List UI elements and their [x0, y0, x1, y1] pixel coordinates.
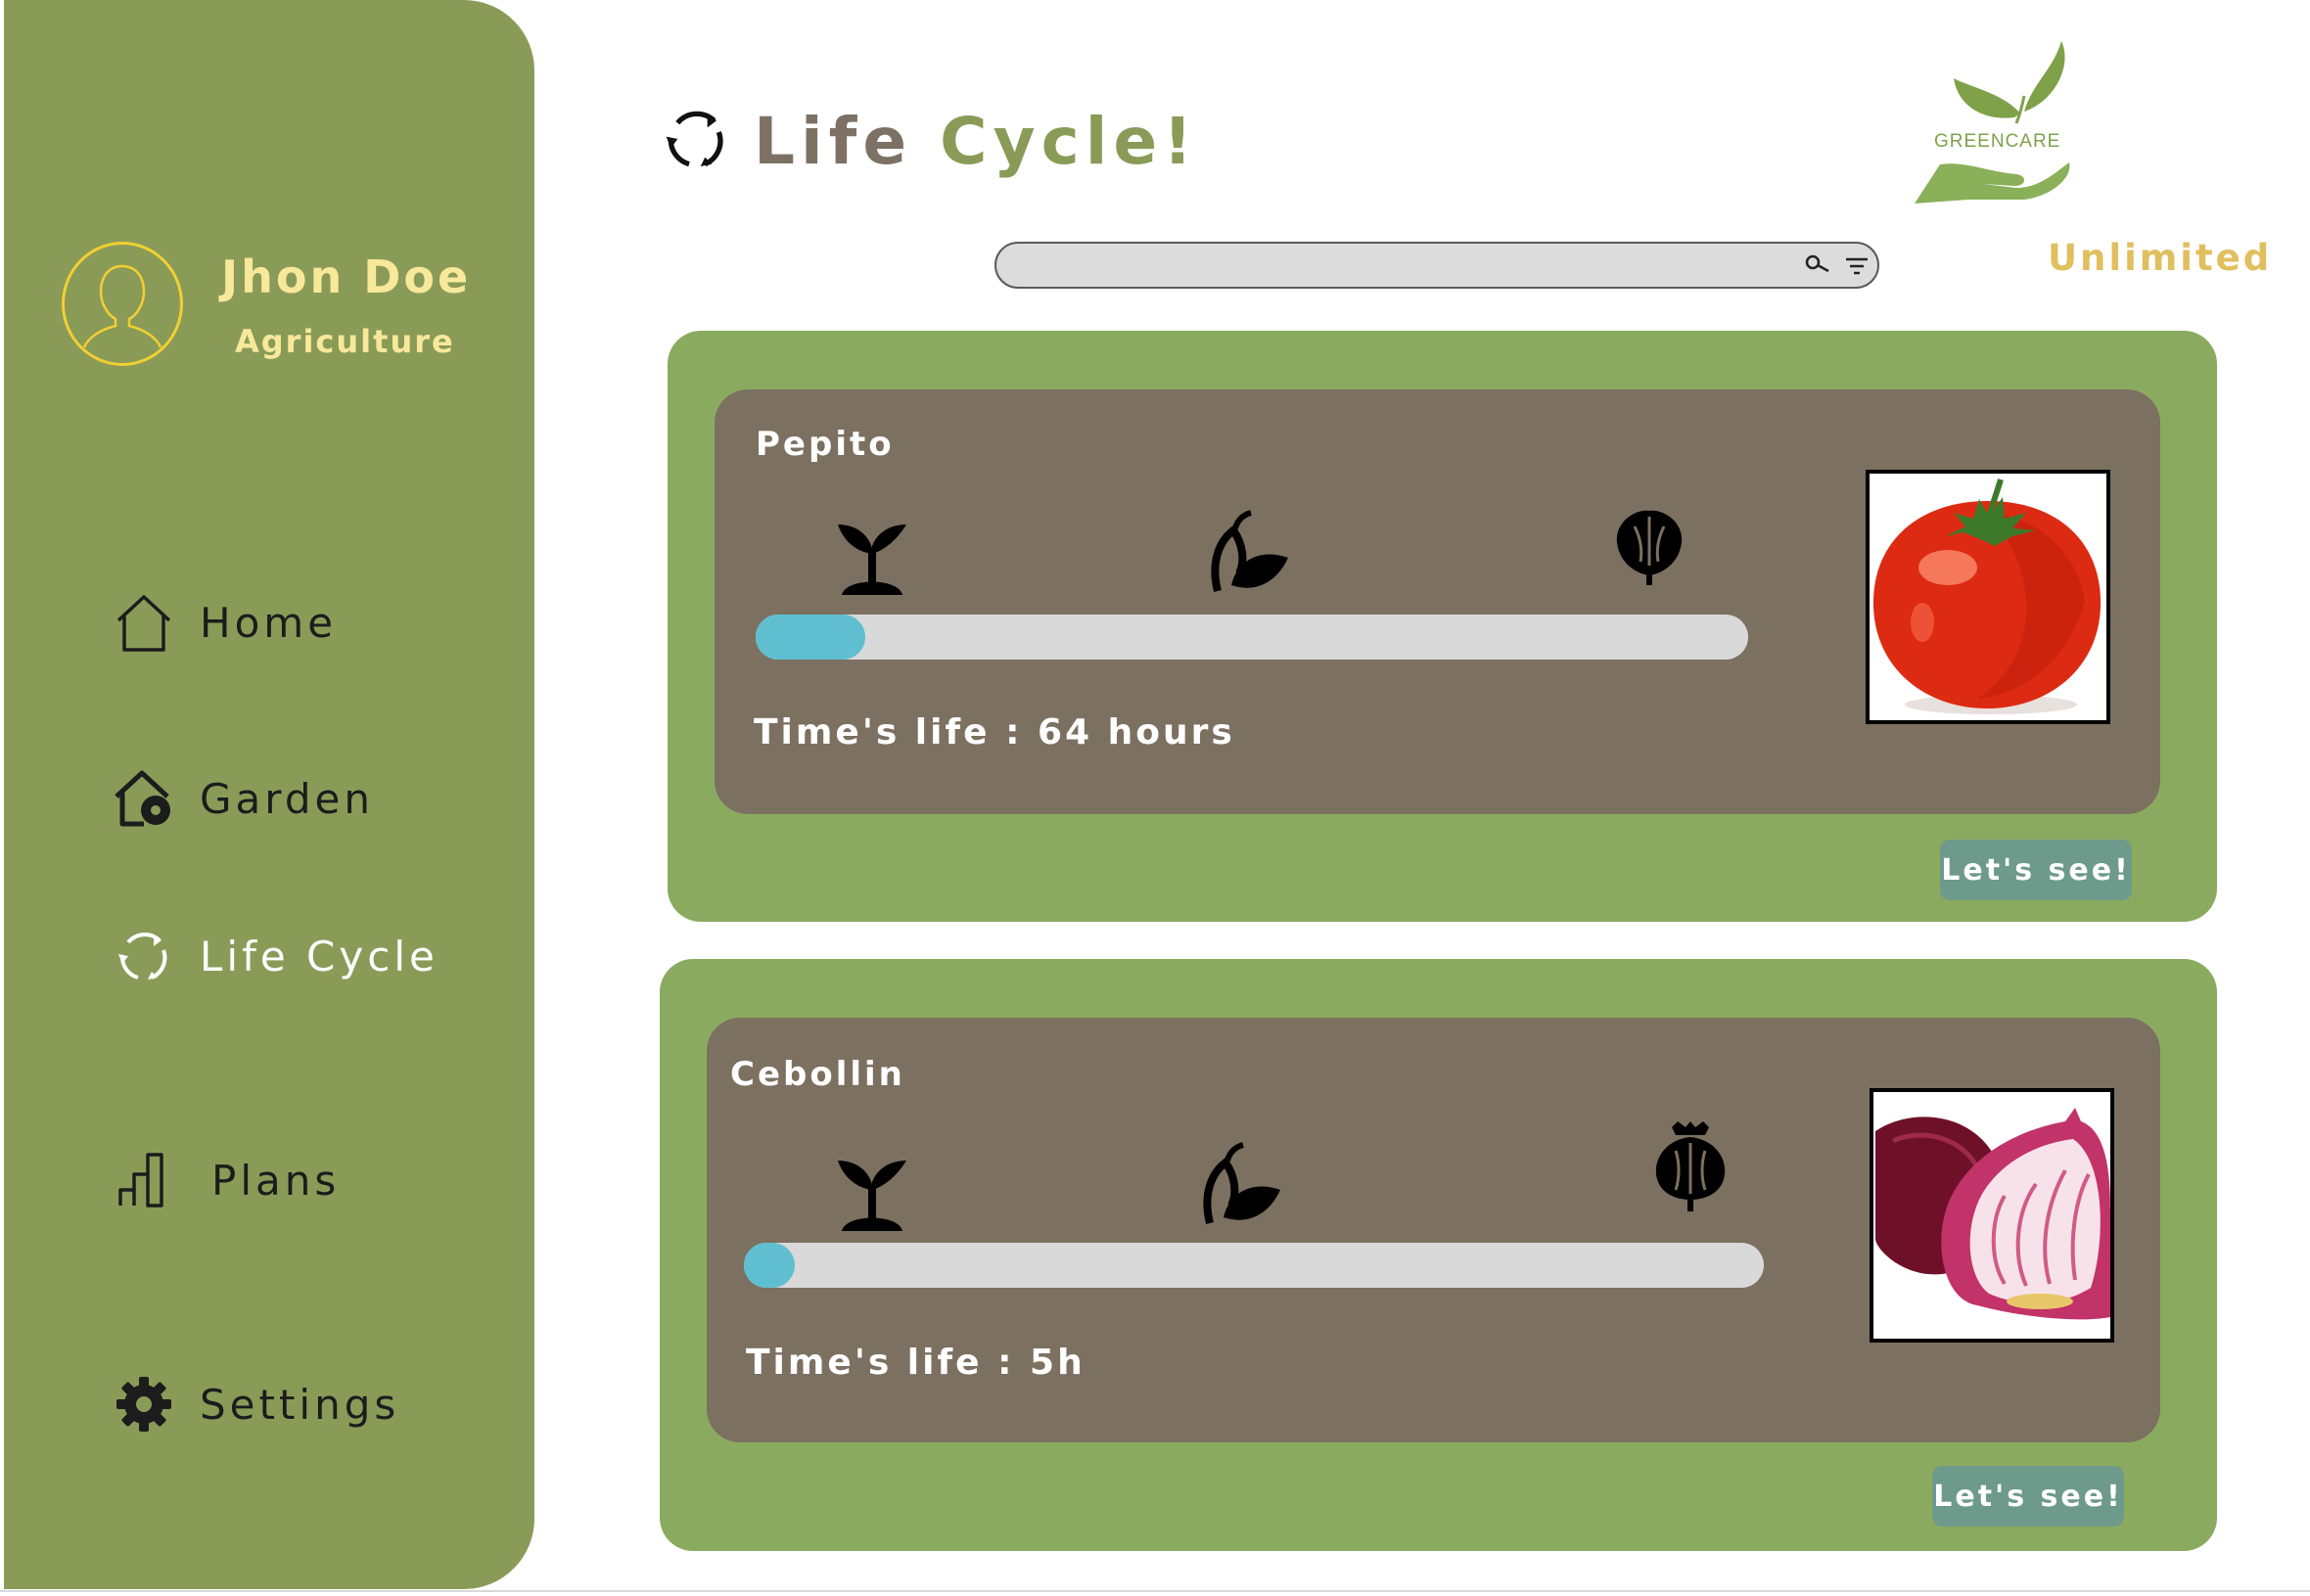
sprout-icon [828, 513, 916, 601]
life-time-label: Time's life : 5h [746, 1343, 1086, 1383]
sidebar-item-plans[interactable]: Plans [112, 1146, 340, 1214]
plant-panel: Cebollin Time's life: 5h [707, 1018, 2160, 1442]
plan-badge: Unlimited [2048, 237, 2273, 279]
bar-chart-icon [112, 1148, 176, 1212]
sprout-icon [828, 1149, 916, 1237]
search-icon[interactable] [1805, 253, 1830, 281]
plant-name: Pepito [756, 425, 895, 464]
leaves-icon [1204, 509, 1292, 597]
title-word-2: Cycle! [940, 103, 1199, 179]
plant-name: Cebollin [730, 1055, 905, 1094]
cycle-icon [112, 924, 176, 988]
progress-fill [756, 615, 865, 660]
bulb-icon [1646, 1117, 1734, 1211]
lets-see-button[interactable]: Let's see! [1940, 840, 2132, 900]
sidebar: Jhon Doe Agriculture Home Garden Life Cy [4, 0, 534, 1589]
user-name: Jhon Doe [221, 251, 472, 303]
sidebar-item-label: Settings [200, 1380, 400, 1429]
plant-panel: Pepito Time's life: 64 hours [715, 389, 2160, 814]
fruit-icon [1605, 503, 1693, 591]
progress-track [756, 615, 1748, 660]
avatar[interactable] [62, 242, 183, 366]
plant-card: Pepito Time's life: 64 hours Let's see! [668, 331, 2217, 922]
sidebar-item-label: Garden [200, 774, 374, 823]
plant-card: Cebollin Time's life: 5h Let's see! [660, 959, 2217, 1551]
gear-icon [112, 1372, 176, 1436]
search-bar [994, 242, 1879, 289]
sidebar-item-garden[interactable]: Garden [112, 764, 374, 833]
progress-track [744, 1243, 1764, 1288]
leaves-icon [1196, 1141, 1284, 1229]
page-title: Life Cycle! [662, 94, 1198, 188]
title-word-1: Life [754, 103, 913, 179]
cycle-icon [662, 105, 730, 177]
plant-photo-tomato [1866, 470, 2110, 724]
brand-name: GREENCARE [1934, 131, 2061, 152]
garden-icon [112, 766, 176, 831]
filter-icon[interactable] [1844, 255, 1870, 281]
user-silhouette-icon [82, 264, 162, 348]
progress-fill [744, 1243, 796, 1288]
search-input[interactable] [1016, 250, 1783, 283]
sidebar-item-label: Life Cycle [200, 932, 439, 980]
sidebar-item-label: Home [200, 598, 338, 647]
life-time-label: Time's life : 64 hours [754, 712, 1235, 752]
plant-photo-red-onion [1870, 1088, 2114, 1343]
greencare-logo [1907, 35, 2083, 211]
sidebar-item-life-cycle[interactable]: Life Cycle [112, 922, 439, 990]
sidebar-item-label: Plans [211, 1156, 341, 1205]
lets-see-button[interactable]: Let's see! [1932, 1466, 2124, 1527]
sidebar-item-settings[interactable]: Settings [112, 1370, 399, 1438]
user-role: Agriculture [235, 323, 455, 360]
divider [0, 1590, 2310, 1592]
sidebar-item-home[interactable]: Home [112, 588, 337, 657]
home-icon [112, 590, 176, 655]
